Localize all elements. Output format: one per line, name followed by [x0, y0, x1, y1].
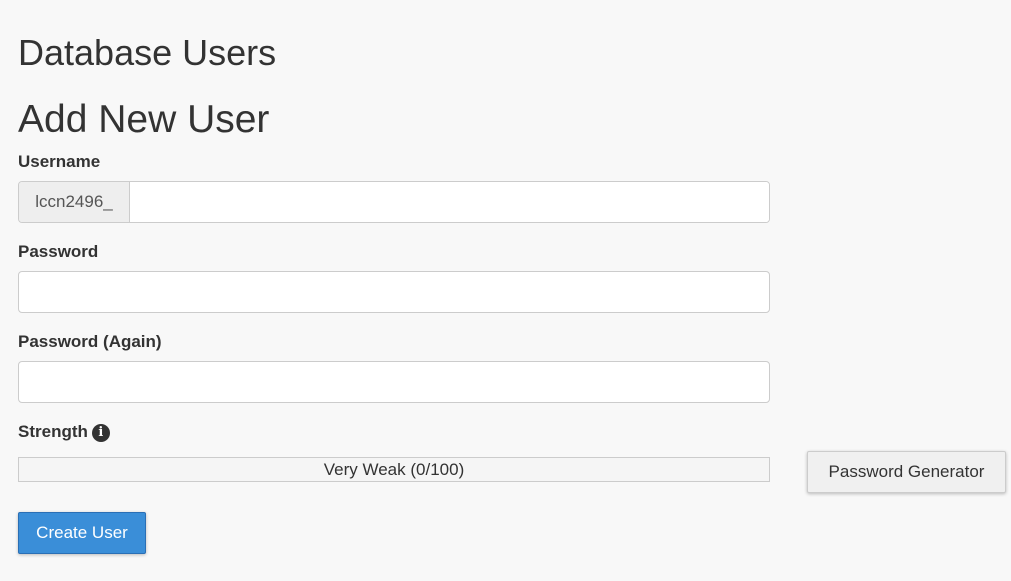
- info-icon[interactable]: i: [91, 424, 110, 442]
- username-input[interactable]: [130, 182, 769, 222]
- password-label: Password: [18, 242, 99, 261]
- password-again-label: Password (Again): [18, 332, 162, 351]
- password-strength-text: Very Weak (0/100): [323, 460, 465, 479]
- username-label: Username: [18, 152, 101, 171]
- password-again-input[interactable]: [18, 361, 770, 403]
- password-input[interactable]: [18, 271, 770, 313]
- strength-label: Strength: [18, 422, 88, 441]
- password-generator-button[interactable]: Password Generator: [807, 451, 1006, 493]
- username-input-group: lccn2496_: [18, 181, 770, 223]
- create-user-button[interactable]: Create User: [18, 512, 146, 554]
- username-prefix: lccn2496_: [19, 182, 130, 222]
- database-users-page: Database Users Add New User Username lcc…: [0, 0, 1011, 581]
- section-title: Add New User: [18, 98, 270, 141]
- strength-label-row: Strength i: [18, 421, 110, 443]
- password-strength-meter: Very Weak (0/100): [18, 457, 770, 482]
- page-title: Database Users: [18, 32, 277, 73]
